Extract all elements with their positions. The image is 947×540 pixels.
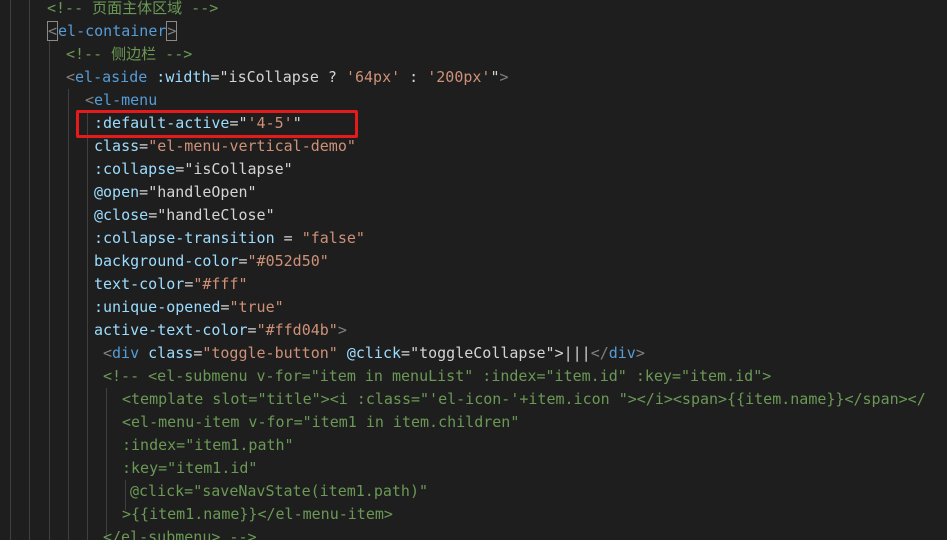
- code-text: =: [184, 275, 194, 293]
- tag-name: el-container: [58, 22, 167, 40]
- code-comment: <!-- <el-submenu v-for="item in menuList…: [103, 367, 772, 385]
- code-text: ": [490, 68, 500, 86]
- code-line[interactable]: @open="handleOpen": [94, 181, 257, 204]
- code-comment: <!-- 侧边栏 -->: [66, 45, 193, 63]
- attribute-name: background-color: [94, 252, 239, 270]
- attribute-name: :collapse: [94, 160, 176, 178]
- string-value: "#052d50": [247, 252, 329, 270]
- code-text: "handleOpen": [148, 183, 257, 201]
- code-comment: <template slot="title"><i :class="'el-ic…: [122, 390, 926, 408]
- code-text: =: [139, 183, 149, 201]
- bracket: >: [337, 321, 347, 339]
- code-line[interactable]: <template slot="title"><i :class="'el-ic…: [122, 388, 926, 411]
- code-text: =: [401, 344, 411, 362]
- code-text: :: [400, 68, 428, 86]
- attribute-name: class: [94, 137, 140, 155]
- tag-name: div: [112, 344, 140, 362]
- code-comment: <!-- 页面主体区域 -->: [47, 0, 219, 17]
- code-line[interactable]: <!-- 侧边栏 -->: [66, 43, 192, 66]
- code-line[interactable]: <el-aside :width="isCollapse ? '64px' : …: [66, 66, 509, 89]
- attribute-name: class: [139, 344, 194, 362]
- code-text: =: [148, 206, 158, 224]
- code-text: "handleClose": [157, 206, 275, 224]
- bracket: >: [166, 21, 178, 41]
- string-value: '64px': [345, 68, 401, 86]
- tag-name: el-menu: [94, 91, 158, 109]
- code-line[interactable]: active-text-color="#ffd04b">: [94, 319, 347, 342]
- code-comment: @click="saveNavState(item1.path)": [130, 482, 429, 500]
- string-value: "#fff": [193, 275, 248, 293]
- code-line[interactable]: :unique-opened="true": [94, 296, 284, 319]
- code-comment: </el-submenu> -->: [103, 528, 257, 540]
- bracket: <: [103, 344, 113, 362]
- attribute-name: :width: [147, 68, 211, 86]
- attribute-name: @close: [94, 206, 149, 224]
- code-text: >|||: [554, 344, 591, 362]
- attribute-name: @click: [337, 344, 402, 362]
- bracket: <: [47, 21, 59, 41]
- code-line[interactable]: text-color="#fff": [94, 273, 248, 296]
- bracket: >: [635, 344, 645, 362]
- code-line[interactable]: class="el-menu-vertical-demo": [94, 135, 356, 158]
- code-text: =: [175, 160, 185, 178]
- indent-guide: [68, 89, 69, 540]
- code-line[interactable]: >{{item1.name}}</el-menu-item>: [122, 503, 393, 526]
- code-line[interactable]: <div class="toggle-button" @click="toggl…: [103, 342, 645, 365]
- code-line[interactable]: :collapse="isCollapse": [94, 158, 293, 181]
- code-text: =: [238, 252, 248, 270]
- bracket: >: [499, 68, 509, 86]
- indent-guide: [49, 41, 50, 540]
- indent-guide: [87, 112, 88, 540]
- code-line[interactable]: <!-- 页面主体区域 -->: [47, 0, 218, 20]
- attribute-name: :unique-opened: [94, 298, 221, 316]
- code-line[interactable]: </el-submenu> -->: [103, 526, 257, 540]
- code-text: =: [210, 68, 220, 86]
- code-line[interactable]: <!-- <el-submenu v-for="item in menuList…: [103, 365, 771, 388]
- code-text: =: [139, 137, 149, 155]
- code-text: =: [247, 321, 257, 339]
- bracket: <: [66, 68, 76, 86]
- code-text: =: [193, 344, 203, 362]
- code-text: =: [274, 229, 302, 247]
- string-value: '200px': [427, 68, 491, 86]
- attribute-name: text-color: [94, 275, 185, 293]
- bracket: <: [85, 91, 95, 109]
- highlight-annotation-box: [76, 110, 358, 138]
- string-value: "#ffd04b": [256, 321, 338, 339]
- code-comment: :key="item1.id": [122, 459, 258, 477]
- tag-name: el-aside: [75, 68, 148, 86]
- code-line[interactable]: :key="item1.id": [122, 457, 257, 480]
- code-text: "isCollapse": [184, 160, 293, 178]
- code-line[interactable]: background-color="#052d50": [94, 250, 329, 273]
- code-line[interactable]: <el-container>: [47, 20, 178, 43]
- string-value: "toggle-button": [202, 344, 338, 362]
- attribute-name: @open: [94, 183, 140, 201]
- code-text: "isCollapse ?: [219, 68, 346, 86]
- string-value: "false": [301, 229, 365, 247]
- attribute-name: :collapse-transition: [94, 229, 275, 247]
- code-line[interactable]: <el-menu-item v-for="item1 in item.child…: [122, 411, 519, 434]
- string-value: "el-menu-vertical-demo": [148, 137, 356, 155]
- indent-guide: [29, 0, 30, 540]
- code-line[interactable]: :index="item1.path": [122, 434, 294, 457]
- code-editor[interactable]: <!-- 页面主体区域 --> <el-container> <!-- 侧边栏 …: [0, 0, 947, 540]
- code-comment: <el-menu-item v-for="item1 in item.child…: [122, 413, 520, 431]
- code-comment: :index="item1.path": [122, 436, 294, 454]
- tag-name: div: [608, 344, 636, 362]
- code-line[interactable]: <el-menu: [85, 89, 157, 112]
- code-line[interactable]: @close="handleClose": [94, 204, 275, 227]
- attribute-name: active-text-color: [94, 321, 248, 339]
- code-text: "toggleCollapse": [410, 344, 555, 362]
- code-line[interactable]: :collapse-transition = "false": [94, 227, 365, 250]
- string-value: "true": [229, 298, 284, 316]
- code-comment: >{{item1.name}}</el-menu-item>: [122, 505, 393, 523]
- bracket: </: [590, 344, 609, 362]
- code-line[interactable]: @click="saveNavState(item1.path)": [130, 480, 428, 503]
- indent-guide: [106, 388, 107, 540]
- indent-guide: [10, 0, 11, 540]
